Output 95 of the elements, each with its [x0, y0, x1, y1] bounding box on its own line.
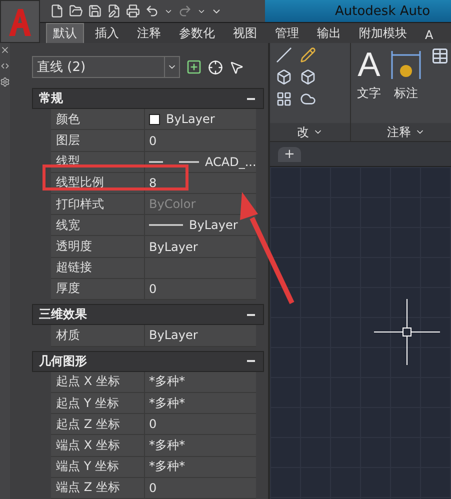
property-label: 图层	[51, 130, 145, 151]
property-value-cell[interactable]: 0	[145, 478, 256, 498]
ribbon-button[interactable]: A 文字	[357, 47, 381, 119]
property-value: *多种*	[149, 436, 185, 454]
property-value: 0	[149, 282, 157, 296]
window-title: Autodesk Auto	[335, 4, 430, 18]
section-title: 几何图形	[39, 352, 87, 370]
ribbon-tab[interactable]: 附加模块	[352, 23, 414, 43]
property-label: 颜色	[51, 109, 145, 130]
ribbon-tab[interactable]: 输出	[310, 23, 348, 43]
close-icon[interactable]	[0, 45, 10, 55]
ribbon-tab[interactable]: A	[418, 26, 440, 43]
property-value: 8	[149, 176, 157, 190]
property-value-cell[interactable]: ByLayer	[145, 325, 256, 346]
pencil-icon[interactable]	[300, 47, 316, 63]
property-label: 起点 X 坐标	[51, 372, 145, 392]
ribbon-button-label: 标注	[394, 85, 418, 102]
panel-title[interactable]: 注释	[351, 123, 451, 141]
object-type-dropdown[interactable]: 直线 (2)	[32, 56, 180, 78]
dashed-line-sample	[149, 160, 199, 164]
property-value: 0	[149, 417, 157, 432]
property-value-cell[interactable]: 0	[145, 278, 256, 300]
property-value: ByLayer	[149, 328, 198, 342]
property-label: 厚度	[51, 278, 145, 300]
redo-icon[interactable]	[178, 4, 192, 18]
property-value-cell[interactable]: 0	[145, 414, 256, 434]
property-value: ByColor	[149, 197, 196, 212]
open-folder-icon[interactable]	[69, 4, 83, 18]
property-value-cell[interactable]: *多种*	[145, 392, 256, 414]
grid-icon[interactable]	[276, 91, 292, 107]
new-file-icon[interactable]	[50, 4, 64, 18]
auto-hide-icon[interactable]	[0, 61, 10, 71]
save-as-icon[interactable]	[107, 4, 121, 18]
ribbon-button-label: 文字	[357, 85, 381, 102]
property-label: 线型比例	[51, 172, 145, 194]
property-label: 起点 Y 坐标	[51, 392, 145, 414]
property-value-cell[interactable]: ByLayer	[145, 215, 256, 236]
color-swatch	[149, 114, 160, 125]
property-label: 端点 Y 坐标	[51, 456, 145, 477]
property-value: ByLayer	[149, 240, 198, 254]
property-value-cell[interactable]: ACAD_...	[145, 152, 256, 172]
ribbon-tab[interactable]: 视图	[226, 23, 264, 43]
line-icon[interactable]	[276, 47, 292, 63]
property-label: 线宽	[51, 215, 145, 236]
section-title: 常规	[39, 90, 63, 108]
pointer-icon[interactable]	[229, 60, 244, 74]
property-value: ACAD_...	[205, 154, 256, 169]
ribbon-tab[interactable]: 注释	[130, 23, 168, 43]
quick-select-icon[interactable]	[186, 59, 202, 75]
ribbon-tab[interactable]: 默认	[46, 23, 84, 43]
app-logo-icon	[7, 6, 33, 36]
new-tab-button[interactable]: +	[278, 146, 301, 162]
property-value: *多种*	[149, 458, 185, 476]
ribbon-tab[interactable]: 参数化	[172, 23, 222, 43]
property-label: 起点 Z 坐标	[51, 414, 145, 434]
property-value-cell[interactable]: ByLayer	[145, 236, 256, 257]
property-value: 0	[149, 134, 157, 148]
undo-icon[interactable]	[145, 4, 159, 18]
property-label: 透明度	[51, 236, 145, 257]
property-value-cell[interactable]: ByLayer	[145, 109, 256, 130]
property-label: 超链接	[51, 258, 145, 278]
property-value: 0	[149, 480, 157, 495]
section-header[interactable]: 几何图形	[32, 350, 264, 372]
crosshair-cursor-icon	[374, 299, 440, 365]
ribbon-button[interactable]: 标注	[389, 47, 423, 119]
property-value: *多种*	[149, 394, 185, 412]
ribbon-tab[interactable]: 插入	[88, 23, 126, 43]
panel-title[interactable]: 改	[270, 123, 350, 141]
property-value-cell[interactable]: *多种*	[145, 435, 256, 456]
crosshair-icon[interactable]	[208, 60, 223, 74]
text-glyph: A	[358, 47, 380, 83]
property-value: ByLayer	[189, 218, 238, 232]
section-header[interactable]: 常规	[32, 88, 264, 110]
save-icon[interactable]	[88, 4, 102, 18]
property-value-cell[interactable]: 8	[145, 172, 256, 194]
print-icon[interactable]	[126, 4, 140, 18]
box-icon[interactable]	[276, 69, 292, 85]
settings-icon[interactable]	[0, 77, 10, 87]
property-label: 端点 Z 坐标	[51, 478, 145, 498]
property-label: 打印样式	[51, 194, 145, 214]
ribbon-tab[interactable]: 管理	[268, 23, 306, 43]
solid-icon[interactable]	[300, 69, 316, 85]
property-label: 端点 X 坐标	[51, 435, 145, 456]
property-value: ByLayer	[166, 112, 215, 126]
property-value-cell[interactable]: *多种*	[145, 372, 256, 392]
section-header[interactable]: 三维效果	[32, 304, 264, 326]
property-value-cell[interactable]: 0	[145, 130, 256, 151]
property-value-cell[interactable]: *多种*	[145, 456, 256, 477]
table-icon[interactable]	[431, 47, 449, 65]
line-sample	[149, 223, 183, 228]
app-menu-button[interactable]	[0, 0, 40, 43]
property-label: 材质	[51, 325, 145, 346]
property-value: *多种*	[149, 373, 185, 390]
section-title: 三维效果	[39, 306, 87, 324]
cloud-icon[interactable]	[300, 91, 316, 107]
